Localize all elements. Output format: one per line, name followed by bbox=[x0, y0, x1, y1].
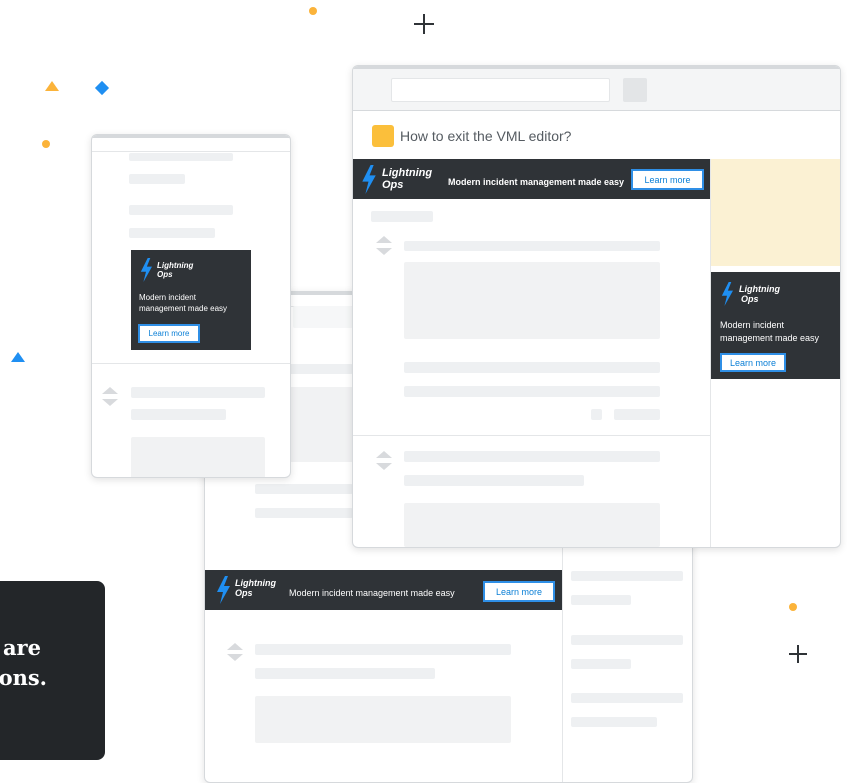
upvote-icon[interactable] bbox=[227, 643, 243, 650]
deco-dot-orange bbox=[309, 7, 317, 15]
ad-tagline: Modern incident management made easy bbox=[720, 320, 820, 344]
ad-tagline: Modern incident management made easy bbox=[448, 177, 625, 187]
deco-dot-orange bbox=[789, 603, 797, 611]
sidebar-placeholder bbox=[711, 159, 840, 266]
leaderboard-ad[interactable]: Lightning Ops Modern incident management … bbox=[353, 159, 711, 199]
plus-icon bbox=[414, 14, 434, 34]
leaderboard-ad[interactable]: Lightning Ops Modern incident management … bbox=[205, 570, 562, 610]
hero-card: are ons. bbox=[0, 581, 105, 760]
mobile-window: Lightning Ops Modern incident management m… bbox=[91, 134, 291, 478]
header-button[interactable] bbox=[623, 78, 647, 102]
mobile-ad[interactable]: Lightning Ops Modern incident management m… bbox=[131, 250, 251, 350]
deco-triangle-blue bbox=[11, 352, 25, 362]
downvote-icon[interactable] bbox=[102, 399, 118, 406]
question-title[interactable]: How to exit the VML editor? bbox=[400, 128, 571, 144]
search-bar[interactable] bbox=[391, 78, 610, 102]
deco-triangle-orange bbox=[45, 81, 59, 91]
ad-brand: Lightning Ops bbox=[235, 578, 276, 598]
lightning-bolt-icon bbox=[140, 258, 152, 282]
ad-brand: Lightning Ops bbox=[739, 284, 780, 304]
downvote-icon[interactable] bbox=[376, 463, 392, 470]
lightning-bolt-icon bbox=[362, 165, 376, 194]
sidebar-ad[interactable]: Lightning Ops Modern incident management m… bbox=[711, 272, 840, 379]
ad-tagline: Modern incident management made easy bbox=[139, 293, 228, 313]
learn-more-button[interactable]: Learn more bbox=[631, 169, 704, 190]
learn-more-button[interactable]: Learn more bbox=[483, 581, 555, 602]
lightning-bolt-icon bbox=[721, 282, 733, 306]
upvote-icon[interactable] bbox=[102, 387, 118, 394]
deco-dot-orange bbox=[42, 140, 50, 148]
hero-line-1: are bbox=[2, 635, 41, 660]
hero-line-2: ons. bbox=[0, 665, 47, 690]
upvote-icon[interactable] bbox=[376, 451, 392, 458]
downvote-icon[interactable] bbox=[227, 654, 243, 661]
plus-icon bbox=[789, 645, 807, 663]
deco-diamond-blue bbox=[94, 80, 110, 96]
learn-more-button[interactable]: Learn more bbox=[138, 324, 200, 343]
learn-more-button[interactable]: Learn more bbox=[720, 353, 786, 372]
browser-window-front: How to exit the VML editor? Lightning Ops… bbox=[352, 65, 841, 548]
upvote-icon[interactable] bbox=[376, 236, 392, 243]
lightning-bolt-icon bbox=[217, 576, 230, 604]
downvote-icon[interactable] bbox=[376, 248, 392, 255]
ad-brand: Lightning Ops bbox=[382, 167, 433, 192]
ad-brand: Lightning Ops bbox=[157, 261, 194, 279]
question-icon bbox=[372, 125, 394, 147]
ad-tagline: Modern incident management made easy bbox=[289, 588, 455, 598]
